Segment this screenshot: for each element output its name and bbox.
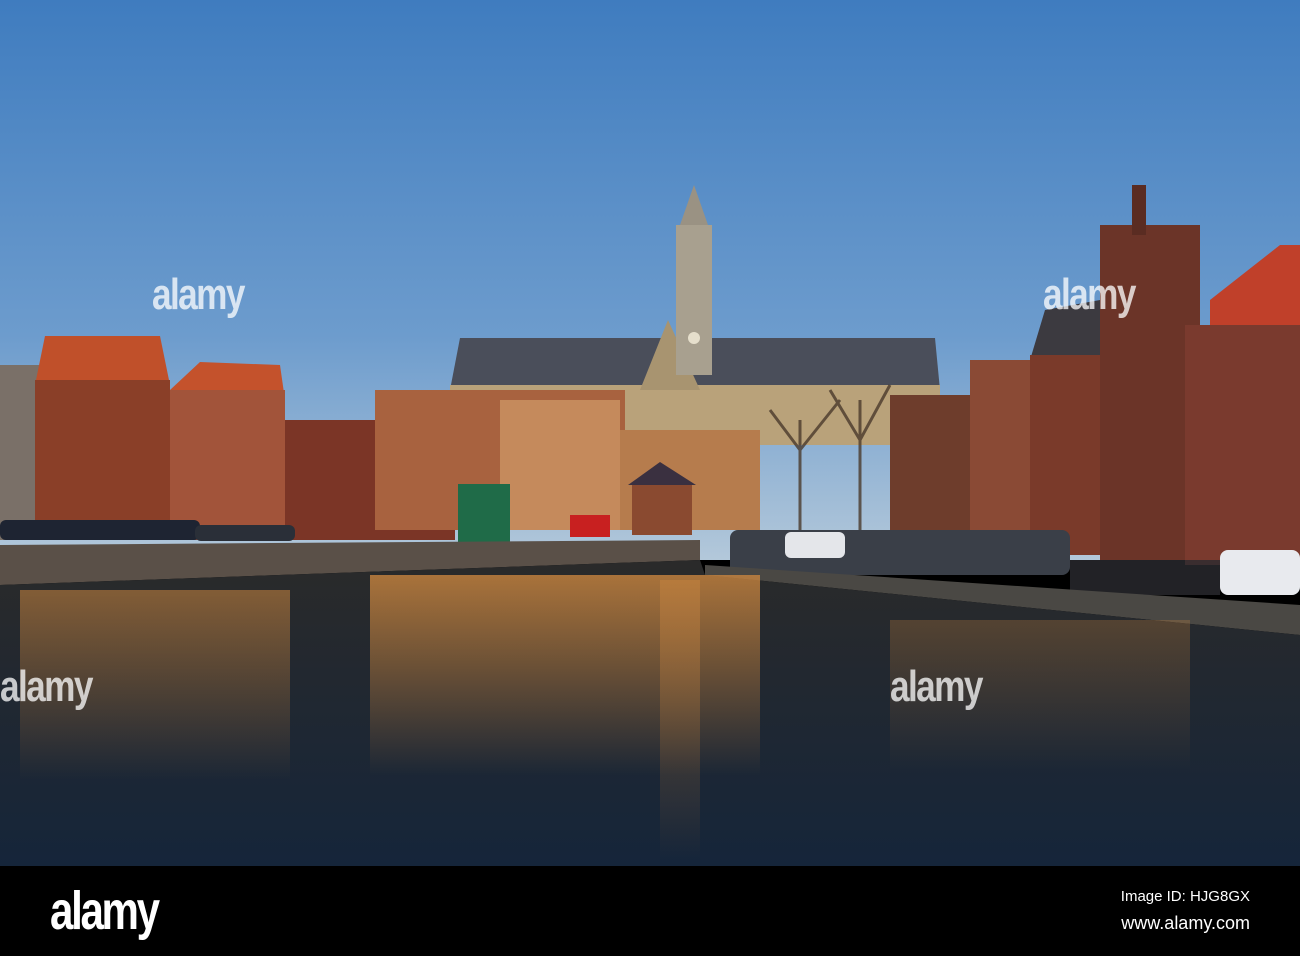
building — [890, 395, 970, 540]
reflection — [370, 575, 760, 775]
photo: alamy alamy alamy alamy alamy Image ID: … — [0, 0, 1300, 956]
red-truck — [570, 515, 610, 537]
building — [500, 400, 620, 530]
building — [35, 380, 170, 540]
car-row — [0, 520, 200, 540]
white-van — [785, 532, 845, 558]
image-id: Image ID: HJG8GX — [1120, 888, 1250, 905]
building — [970, 360, 1030, 545]
building — [1185, 325, 1300, 565]
bicycles — [1070, 560, 1220, 595]
building — [170, 390, 285, 540]
watermark-left: alamy — [0, 662, 93, 711]
building-roof — [35, 336, 170, 385]
church-tower — [676, 225, 712, 375]
clock-face — [688, 332, 700, 344]
chimney — [1132, 185, 1146, 235]
green-cabin — [458, 484, 510, 544]
building — [1030, 355, 1105, 555]
bridge-house — [632, 485, 692, 535]
watermark-top-left: alamy — [152, 270, 245, 319]
tower-reflection — [660, 580, 700, 860]
building — [0, 365, 40, 540]
white-car — [1220, 550, 1300, 595]
car-row — [195, 525, 295, 541]
footer-bar: alamy Image ID: HJG8GX www.alamy.com — [0, 866, 1300, 956]
car-row — [730, 530, 1070, 575]
alamy-logo: alamy — [50, 881, 160, 941]
canal-scene — [0, 0, 1300, 866]
website-link[interactable]: www.alamy.com — [1121, 913, 1250, 934]
watermark-top-right: alamy — [1043, 270, 1136, 319]
watermark-right: alamy — [890, 662, 983, 711]
